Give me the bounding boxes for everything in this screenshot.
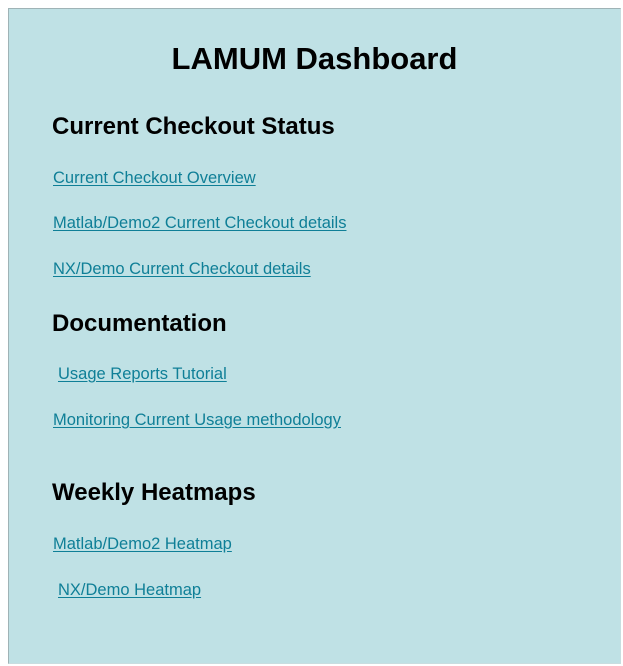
section-heading-documentation: Documentation <box>52 310 227 337</box>
section-heading-weekly-heatmaps: Weekly Heatmaps <box>52 479 256 506</box>
page-title: LAMUM Dashboard <box>171 41 458 76</box>
link-matlab-demo2-heatmap[interactable]: Matlab/Demo2 Heatmap <box>53 536 232 553</box>
link-matlab-demo2-checkout-details[interactable]: Matlab/Demo2 Current Checkout details <box>53 215 346 232</box>
link-nx-demo-heatmap[interactable]: NX/Demo Heatmap <box>58 582 201 599</box>
link-usage-reports-tutorial[interactable]: Usage Reports Tutorial <box>58 366 227 383</box>
link-current-checkout-overview[interactable]: Current Checkout Overview <box>53 170 256 187</box>
link-nx-demo-checkout-details[interactable]: NX/Demo Current Checkout details <box>53 261 311 278</box>
dashboard-panel: LAMUM Dashboard Current Checkout Status … <box>8 8 621 664</box>
link-monitoring-current-usage-methodology[interactable]: Monitoring Current Usage methodology <box>53 412 341 429</box>
section-heading-checkout: Current Checkout Status <box>52 113 335 140</box>
